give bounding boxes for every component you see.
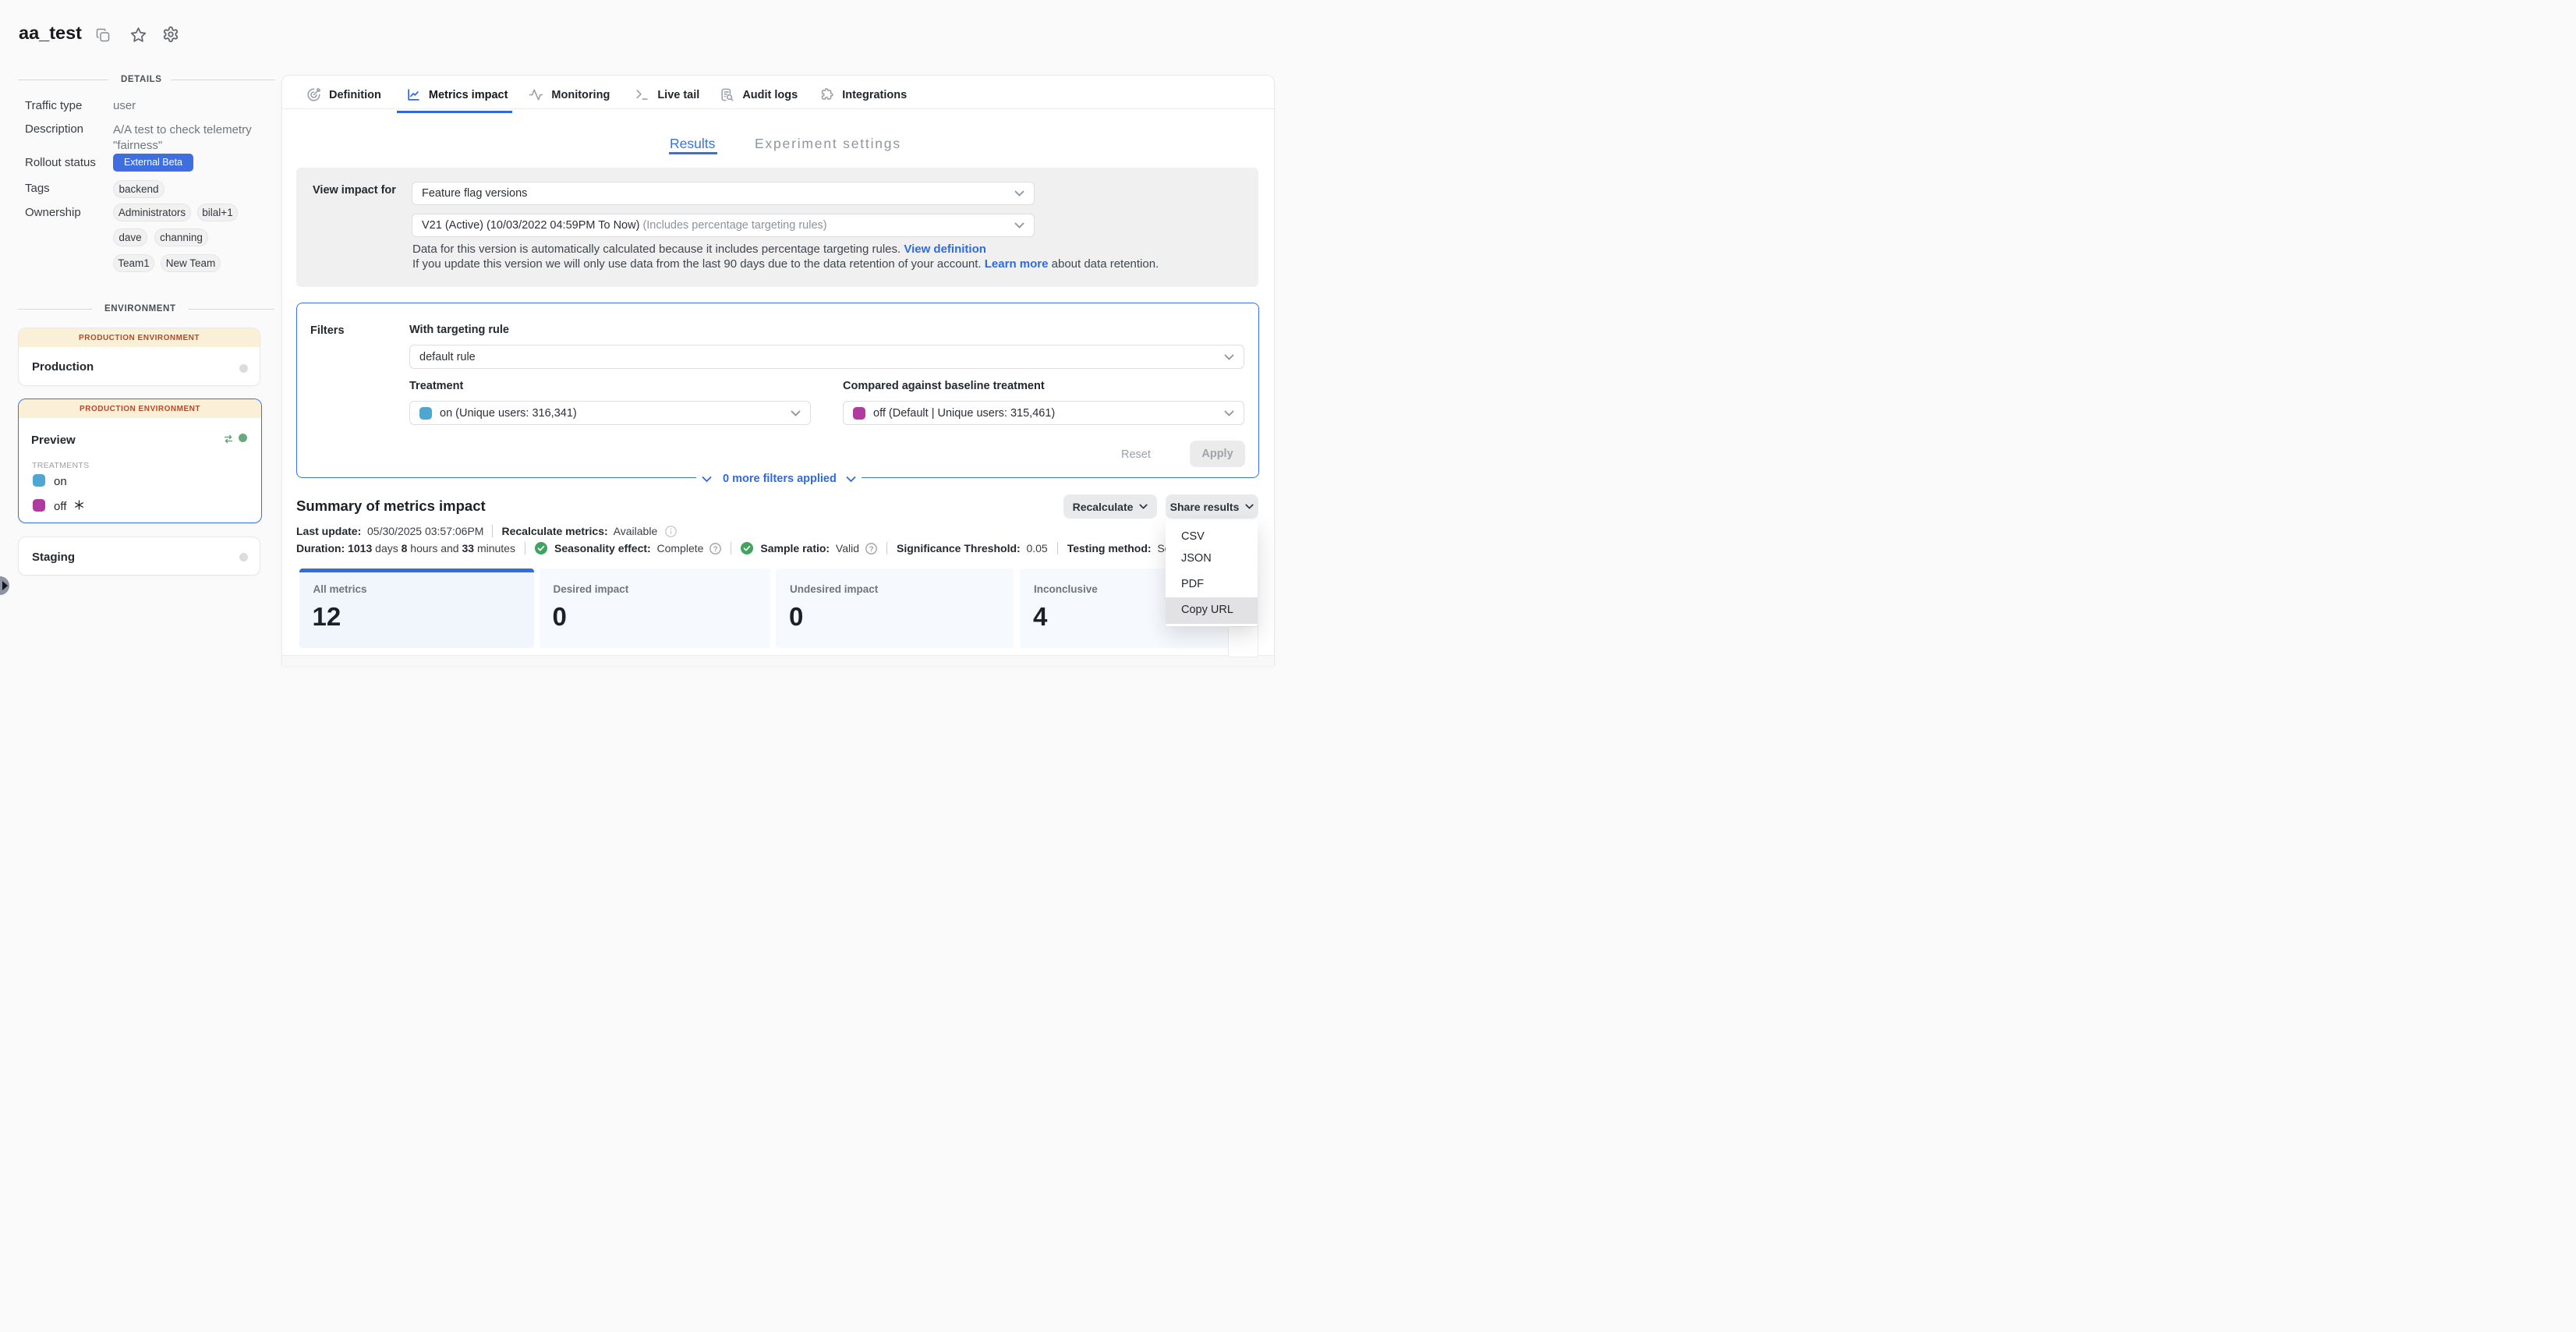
svg-text:?: ? bbox=[713, 544, 717, 553]
svg-text:?: ? bbox=[869, 544, 873, 553]
